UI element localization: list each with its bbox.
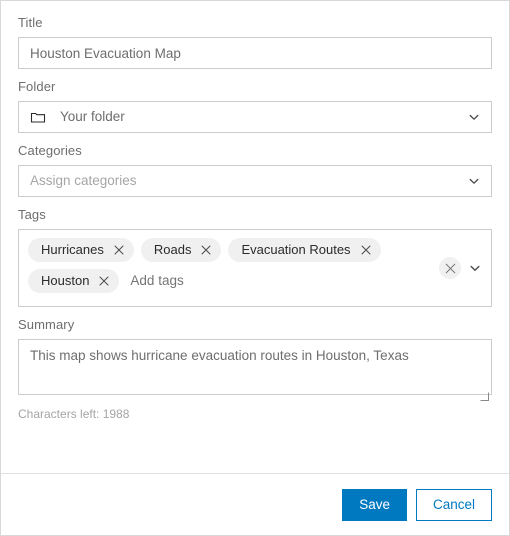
tag-chip-label: Hurricanes [41, 242, 104, 257]
tags-field-group: Tags Hurricanes Roads Evacuation Routes … [18, 207, 492, 307]
folder-select[interactable]: Your folder [18, 101, 492, 133]
save-button[interactable]: Save [342, 488, 407, 521]
summary-textarea[interactable] [18, 339, 492, 395]
tags-label: Tags [18, 207, 46, 222]
tags-actions [439, 257, 482, 279]
close-icon[interactable] [98, 275, 110, 287]
chevron-down-icon[interactable] [468, 261, 482, 275]
categories-select[interactable]: Assign categories [18, 165, 492, 197]
tag-chip[interactable]: Evacuation Routes [228, 238, 381, 262]
item-details-dialog: Title Folder Your folder [0, 0, 510, 536]
title-field-group: Title [18, 15, 492, 69]
chevron-down-icon[interactable] [468, 175, 480, 187]
cancel-button[interactable]: Cancel [415, 488, 492, 521]
folder-label: Folder [18, 79, 56, 94]
summary-label: Summary [18, 317, 75, 332]
dialog-footer: Save Cancel [1, 473, 509, 535]
tag-chip[interactable]: Houston [28, 269, 120, 293]
tags-input[interactable] [126, 269, 431, 293]
title-label: Title [18, 15, 43, 30]
chevron-down-icon[interactable] [468, 111, 480, 123]
tags-combobox[interactable]: Hurricanes Roads Evacuation Routes Houst… [18, 229, 492, 307]
characters-left-text: Characters left: 1988 [18, 407, 130, 421]
folder-field-group: Folder Your folder [18, 79, 492, 133]
form-body: Title Folder Your folder [1, 1, 509, 422]
tag-chip-label: Evacuation Routes [241, 242, 351, 257]
summary-wrap [18, 339, 492, 401]
folder-value: Your folder [60, 109, 125, 124]
categories-placeholder: Assign categories [30, 173, 137, 188]
close-icon[interactable] [360, 244, 372, 256]
close-icon[interactable] [439, 257, 461, 279]
close-icon[interactable] [113, 244, 125, 256]
folder-icon [30, 109, 46, 125]
tag-chip-list: Hurricanes Roads Evacuation Routes Houst… [28, 238, 431, 293]
summary-field-group: Summary Characters left: 1988 [18, 317, 492, 422]
tag-chip-label: Houston [41, 273, 90, 288]
tag-chip-label: Roads [153, 242, 192, 257]
categories-label: Categories [18, 143, 82, 158]
tag-chip[interactable]: Roads [140, 238, 222, 262]
categories-field-group: Categories Assign categories [18, 143, 492, 197]
title-input[interactable] [18, 37, 492, 69]
tag-chip[interactable]: Hurricanes [28, 238, 134, 262]
close-icon[interactable] [200, 244, 212, 256]
